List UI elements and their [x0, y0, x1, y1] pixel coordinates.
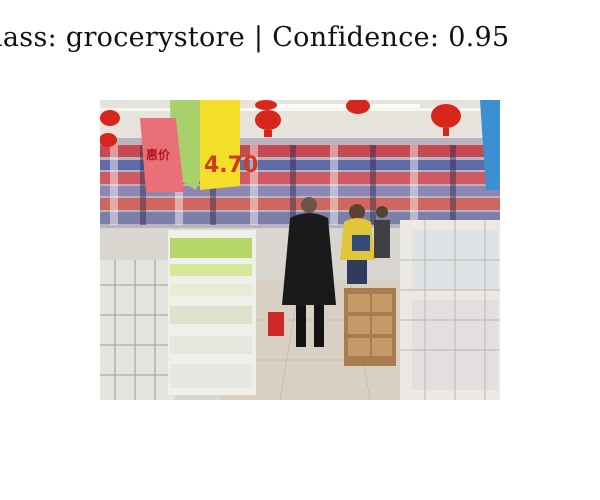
grocery-store-photo: 4.70 惠价	[100, 100, 500, 400]
shopper-dark-right	[374, 206, 390, 258]
cardboard-boxes	[344, 288, 396, 366]
confidence-value: 0.95	[448, 22, 510, 53]
price-sign-text: 4.70	[204, 153, 258, 178]
confidence-prefix: Confidence:	[272, 22, 449, 53]
caption-separator: |	[245, 22, 273, 53]
class-label: grocerystore	[65, 22, 246, 53]
prediction-caption: Class: grocerystore | Confidence: 0.95	[0, 22, 600, 62]
class-prefix: Class:	[0, 22, 57, 53]
left-rack	[100, 260, 175, 400]
price-sign-small-text: 惠价	[146, 147, 171, 162]
photo-illustration: 4.70 惠价	[100, 100, 500, 400]
red-basket	[268, 312, 284, 336]
prediction-caption-text: Class: grocerystore | Confidence: 0.95	[0, 22, 510, 53]
